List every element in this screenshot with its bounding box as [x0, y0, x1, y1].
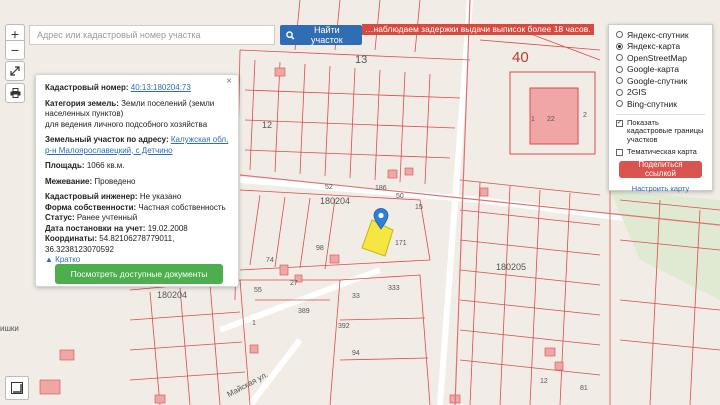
cadastral-number-label: Кадастровый номер:	[45, 83, 129, 92]
block-label-12: 12	[262, 120, 273, 130]
search-input[interactable]	[29, 25, 275, 45]
search-icon	[286, 30, 295, 40]
location-pin-icon[interactable]	[373, 208, 389, 230]
block-label-180205: 180205	[496, 262, 527, 272]
base-layer-list: Яндекс-спутник Яндекс-карта OpenStreetMa…	[616, 29, 705, 110]
green-zone	[610, 190, 720, 300]
corner-label: ишки	[0, 324, 19, 333]
parcel-number: 81	[580, 385, 588, 392]
engineer-value: Не указано	[139, 192, 182, 201]
checkbox-checked-icon: ✓	[616, 119, 623, 127]
minus-icon: −	[10, 42, 20, 58]
parcel-number: 52	[325, 184, 333, 191]
fullscreen-button[interactable]	[5, 61, 25, 81]
find-parcel-button[interactable]: Найти участок	[280, 25, 362, 45]
parcel-number: 389	[298, 308, 310, 315]
layer-option-bing-satellite[interactable]: Bing-спутник	[616, 98, 705, 110]
layer-option-yandex-satellite[interactable]: Яндекс-спутник	[616, 29, 705, 41]
layer-label: Яндекс-спутник	[627, 29, 689, 40]
area-value: 1066 кв.м.	[86, 161, 125, 170]
layer-option-google-satellite[interactable]: Google-спутник	[616, 75, 705, 87]
layer-switcher-panel: Яндекс-спутник Яндекс-карта OpenStreetMa…	[608, 24, 713, 193]
parcel-number: 392	[338, 323, 350, 330]
divider	[616, 113, 705, 115]
block-label-180204-a: 180204	[320, 196, 351, 206]
expand-icon	[10, 66, 20, 76]
layer-label: 2GIS	[627, 87, 647, 98]
print-button[interactable]	[5, 83, 25, 103]
survey-label: Межевание:	[45, 176, 93, 186]
parcel-number: 12	[540, 378, 548, 385]
address-label: Земельный участок по адресу:	[45, 135, 169, 144]
show-borders-toggle[interactable]: ✓ Показать кадастровые границы участков	[616, 117, 705, 145]
parcel-number: 1	[531, 116, 535, 123]
radio-icon	[616, 31, 623, 39]
layer-option-2gis[interactable]: 2GIS	[616, 87, 705, 99]
layer-label: Яндекс-карта	[627, 41, 681, 52]
layers-icon	[11, 382, 23, 394]
layer-label: OpenStreetMap	[627, 52, 688, 63]
close-icon[interactable]: ×	[226, 76, 232, 88]
date-value: 19.02.2008	[147, 223, 188, 233]
parcel-number: 27	[290, 280, 298, 287]
parcel-number: 333	[388, 285, 400, 292]
thematic-map-toggle[interactable]: Тематическая карта	[616, 147, 705, 157]
layer-label: Google-спутник	[627, 75, 688, 86]
block-label-180204-b: 180204	[157, 290, 188, 300]
block-label-13: 13	[355, 54, 368, 66]
layer-option-osm[interactable]: OpenStreetMap	[616, 52, 705, 64]
engineer-label: Кадастровый инженер:	[45, 192, 138, 201]
coords-label: Координаты:	[45, 234, 98, 243]
area-label: Площадь:	[45, 161, 85, 170]
radio-icon	[616, 77, 623, 85]
view-documents-button[interactable]: Посмотреть доступные документы	[55, 264, 223, 284]
find-parcel-label: Найти участок	[311, 25, 343, 45]
thematic-label: Тематическая карта	[627, 147, 697, 156]
checkbox-icon	[616, 149, 623, 156]
parcel-number: 2	[583, 112, 587, 119]
parcel-number: 50	[396, 193, 404, 200]
ownership-value: Частная собственность	[138, 202, 226, 212]
parcel-number: 94	[352, 350, 360, 357]
layer-option-google-map[interactable]: Google-карта	[616, 64, 705, 76]
parcel-number: 33	[352, 293, 360, 300]
radio-icon	[616, 65, 623, 73]
status-value: Ранее учтенный	[76, 213, 138, 222]
parcel-number: 15	[415, 204, 423, 211]
radio-icon	[616, 88, 623, 96]
category-sub: для ведения личного подсобного хозяйства	[45, 119, 208, 129]
share-link-button[interactable]: Поделиться ссылкой	[619, 160, 702, 178]
radio-checked-icon	[616, 42, 623, 50]
status-label: Статус:	[45, 213, 75, 222]
zoom-out-button[interactable]: −	[5, 40, 25, 60]
collapse-label: Кратко	[55, 255, 81, 264]
configure-map-link[interactable]: Настроить карту	[616, 184, 705, 193]
collapse-link[interactable]: ▲ Кратко	[45, 255, 80, 264]
parcel-number: 98	[316, 245, 324, 252]
radio-icon	[616, 54, 623, 62]
caret-up-icon: ▲	[45, 255, 53, 264]
parcel-number: 171	[395, 240, 407, 247]
show-borders-label: Показать кадастровые границы участков	[627, 117, 704, 144]
parcel-number: 74	[266, 257, 274, 264]
parcel-number: 22	[547, 116, 555, 123]
ownership-label: Форма собственности:	[45, 202, 137, 212]
printer-icon	[10, 88, 20, 98]
layer-option-yandex-map[interactable]: Яндекс-карта	[616, 41, 705, 53]
parcel-number: 55	[254, 287, 262, 294]
parcel-number: 1	[252, 320, 256, 327]
parcel-info-panel: × Кадастровый номер: 40:13:180204:73 Кат…	[35, 74, 239, 287]
block-label-40: 40	[512, 49, 529, 66]
radio-icon	[616, 100, 623, 108]
layer-label: Google-карта	[627, 64, 679, 75]
road-north-south	[437, 0, 473, 405]
cadastral-number-link[interactable]: 40:13:180204:73	[131, 83, 191, 92]
survey-value: Проведено	[94, 176, 136, 186]
notice-banner: …наблюдаем задержки выдачи выписок более…	[362, 24, 594, 35]
layers-toggle-button[interactable]	[5, 376, 29, 400]
parcel-number: 186	[375, 185, 387, 192]
category-label: Категория земель:	[45, 98, 119, 108]
date-label: Дата постановки на учет:	[45, 223, 146, 233]
layer-label: Bing-спутник	[627, 98, 677, 109]
